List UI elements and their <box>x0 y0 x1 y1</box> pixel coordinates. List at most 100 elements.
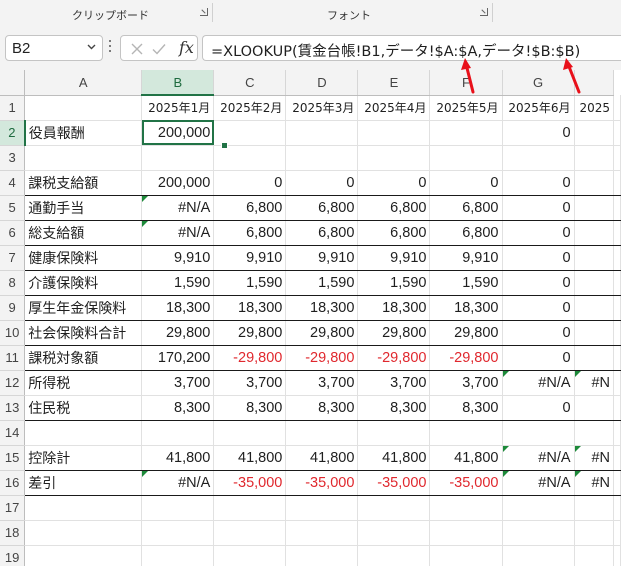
row-header-19[interactable]: 19 <box>0 545 26 566</box>
cell-overflow[interactable] <box>613 295 621 321</box>
row-header-18[interactable]: 18 <box>0 520 26 546</box>
column-header-h[interactable] <box>574 70 615 96</box>
cell-d11[interactable]: -29,800 <box>285 345 359 371</box>
cell-g7[interactable]: 0 <box>502 245 575 271</box>
column-header-c[interactable]: C <box>213 70 287 96</box>
cell-d4[interactable]: 0 <box>285 169 359 196</box>
cell-b17[interactable] <box>141 495 215 521</box>
cell-overflow[interactable] <box>613 169 621 196</box>
cell-g9[interactable]: 0 <box>502 295 575 321</box>
cell-c8[interactable]: 1,590 <box>213 270 287 296</box>
cell-e2[interactable] <box>357 120 431 146</box>
cell-a19[interactable] <box>24 545 143 566</box>
cell-d3[interactable] <box>285 145 359 171</box>
cell-a7[interactable]: 健康保険料 <box>24 245 143 271</box>
cell-e18[interactable] <box>357 520 431 546</box>
cell-a13[interactable]: 住民税 <box>24 395 143 421</box>
name-box[interactable]: B2 <box>5 35 103 61</box>
cell-overflow[interactable] <box>613 545 621 566</box>
cell-g1[interactable]: 2025年6月 <box>502 95 575 121</box>
cell-h13[interactable] <box>574 395 615 421</box>
cell-a11[interactable]: 課税対象額 <box>24 345 143 371</box>
cell-b2[interactable]: 200,000 <box>141 120 215 146</box>
row-header-3[interactable]: 3 <box>0 145 26 171</box>
cell-d19[interactable] <box>285 545 359 566</box>
cell-c7[interactable]: 9,910 <box>213 245 287 271</box>
cell-e11[interactable]: -29,800 <box>357 345 431 371</box>
row-header-8[interactable]: 8 <box>0 270 26 296</box>
cell-overflow[interactable] <box>613 345 621 371</box>
cell-d2[interactable] <box>285 120 359 146</box>
cell-overflow[interactable] <box>613 245 621 271</box>
cell-a4[interactable]: 課税支給額 <box>24 169 143 196</box>
cell-g6[interactable]: 0 <box>502 220 575 246</box>
cell-f8[interactable]: 1,590 <box>429 270 503 296</box>
error-indicator-icon[interactable] <box>574 446 581 452</box>
cell-b1[interactable]: 2025年1月 <box>141 95 215 121</box>
cell-a8[interactable]: 介護保険料 <box>24 270 143 296</box>
cell-overflow[interactable] <box>613 470 621 496</box>
error-indicator-icon[interactable] <box>574 470 581 477</box>
row-header-5[interactable]: 5 <box>0 195 26 221</box>
cell-c5[interactable]: 6,800 <box>213 195 287 221</box>
cell-g18[interactable] <box>502 520 575 546</box>
error-indicator-icon[interactable] <box>142 195 149 202</box>
cell-e4[interactable]: 0 <box>357 169 431 196</box>
cell-e16[interactable]: -35,000 <box>357 470 431 496</box>
cell-g19[interactable] <box>502 545 575 566</box>
cell-g14[interactable] <box>502 420 575 446</box>
cell-f9[interactable]: 18,300 <box>429 295 503 321</box>
cell-b9[interactable]: 18,300 <box>141 295 215 321</box>
row-header-13[interactable]: 13 <box>0 395 26 421</box>
cell-overflow[interactable] <box>613 495 621 521</box>
cell-c16[interactable]: -35,000 <box>213 470 287 496</box>
cell-e1[interactable]: 2025年4月 <box>357 95 431 121</box>
cell-a16[interactable]: 差引 <box>24 470 143 496</box>
cell-e8[interactable]: 1,590 <box>357 270 431 296</box>
cell-overflow[interactable] <box>613 220 621 246</box>
cell-f2[interactable] <box>429 120 503 146</box>
row-header-17[interactable]: 17 <box>0 495 26 521</box>
row-header-9[interactable]: 9 <box>0 295 26 321</box>
cell-f6[interactable]: 6,800 <box>429 220 503 246</box>
cell-c9[interactable]: 18,300 <box>213 295 287 321</box>
cell-overflow[interactable] <box>613 369 621 396</box>
cell-f17[interactable] <box>429 495 503 521</box>
row-header-6[interactable]: 6 <box>0 220 26 246</box>
cell-g16[interactable]: #N/A <box>502 470 575 496</box>
cell-e13[interactable]: 8,300 <box>357 395 431 421</box>
cell-c18[interactable] <box>213 520 287 546</box>
cell-f3[interactable] <box>429 145 503 171</box>
cell-overflow[interactable] <box>613 195 621 221</box>
column-header-f[interactable]: F <box>429 70 503 96</box>
row-header-10[interactable]: 10 <box>0 320 26 346</box>
cell-b3[interactable] <box>141 145 215 171</box>
cell-d10[interactable]: 29,800 <box>285 320 359 346</box>
cell-h19[interactable] <box>574 545 615 566</box>
row-header-12[interactable]: 12 <box>0 370 26 396</box>
cell-h6[interactable] <box>574 220 615 246</box>
row-header-16[interactable]: 16 <box>0 470 26 496</box>
cell-f7[interactable]: 9,910 <box>429 245 503 271</box>
cell-c6[interactable]: 6,800 <box>213 220 287 246</box>
font-dialog-launcher-icon[interactable] <box>480 8 488 16</box>
cell-d9[interactable]: 18,300 <box>285 295 359 321</box>
cell-a6[interactable]: 総支給額 <box>24 220 143 246</box>
insert-function-icon[interactable]: fx <box>179 38 194 57</box>
cell-a17[interactable] <box>24 495 143 521</box>
cell-overflow[interactable] <box>613 270 621 296</box>
cell-h3[interactable] <box>574 145 615 171</box>
cell-g11[interactable]: 0 <box>502 345 575 371</box>
cell-d5[interactable]: 6,800 <box>285 195 359 221</box>
cell-b12[interactable]: 3,700 <box>141 369 215 396</box>
cell-e14[interactable] <box>357 420 431 446</box>
cell-h2[interactable] <box>574 120 615 146</box>
cell-overflow[interactable] <box>613 120 621 146</box>
fill-handle[interactable] <box>221 142 228 149</box>
column-header-b[interactable]: B <box>141 70 215 96</box>
enter-check-icon[interactable] <box>151 41 167 57</box>
cell-h4[interactable] <box>574 169 615 196</box>
cell-h14[interactable] <box>574 420 615 446</box>
column-header-d[interactable]: D <box>285 70 359 96</box>
cell-g15[interactable]: #N/A <box>502 444 575 471</box>
